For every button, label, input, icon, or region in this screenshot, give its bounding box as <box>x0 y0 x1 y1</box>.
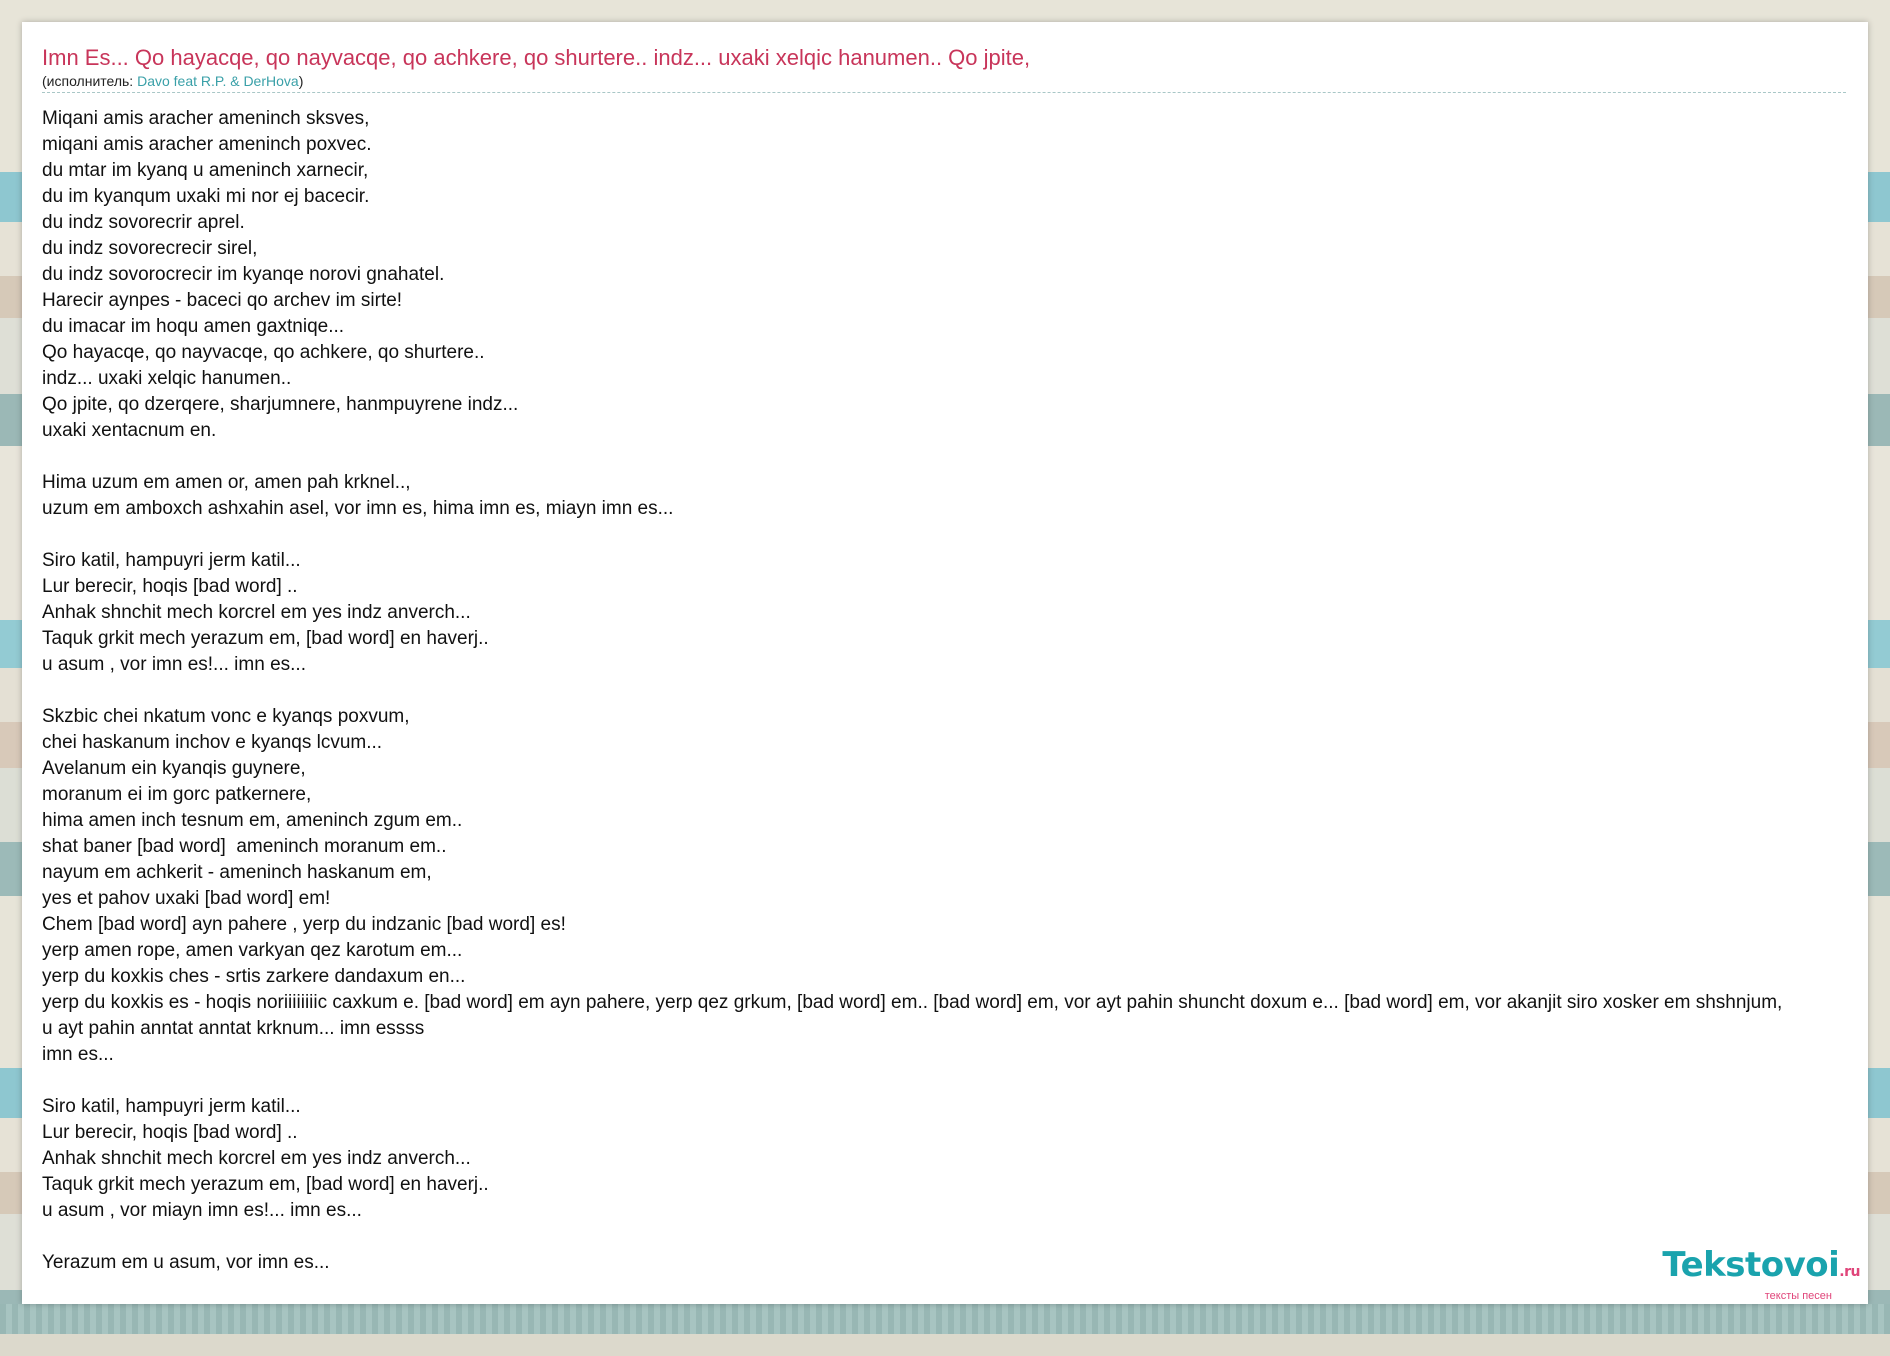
artist-link[interactable]: Davo feat R.P. & DerHova <box>137 73 299 89</box>
bottom-decor-band <box>0 1304 1890 1356</box>
site-logo[interactable]: Tekstovoi.ru тексты песен <box>1662 1247 1860 1302</box>
song-header: Imn Es... Qo hayacqe, qo nayvacqe, qo ac… <box>42 44 1846 93</box>
lyrics-sheet: Imn Es... Qo hayacqe, qo nayvacqe, qo ac… <box>22 22 1868 1304</box>
logo-tld: .ru <box>1839 1264 1860 1280</box>
lyrics-text: Miqani amis aracher ameninch sksves, miq… <box>42 108 1783 1273</box>
logo-tagline: тексты песен <box>1764 1290 1832 1302</box>
logo-name: Tekstovoi <box>1662 1245 1840 1285</box>
artist-suffix: ) <box>298 73 304 89</box>
artist-prefix: (исполнитель: <box>42 73 138 89</box>
artist-line: (исполнитель: Davo feat R.P. & DerHova) <box>42 72 1846 90</box>
song-title: Imn Es... Qo hayacqe, qo nayvacqe, qo ac… <box>42 45 1031 70</box>
logo-wordmark: Tekstovoi.ru <box>1662 1247 1860 1290</box>
